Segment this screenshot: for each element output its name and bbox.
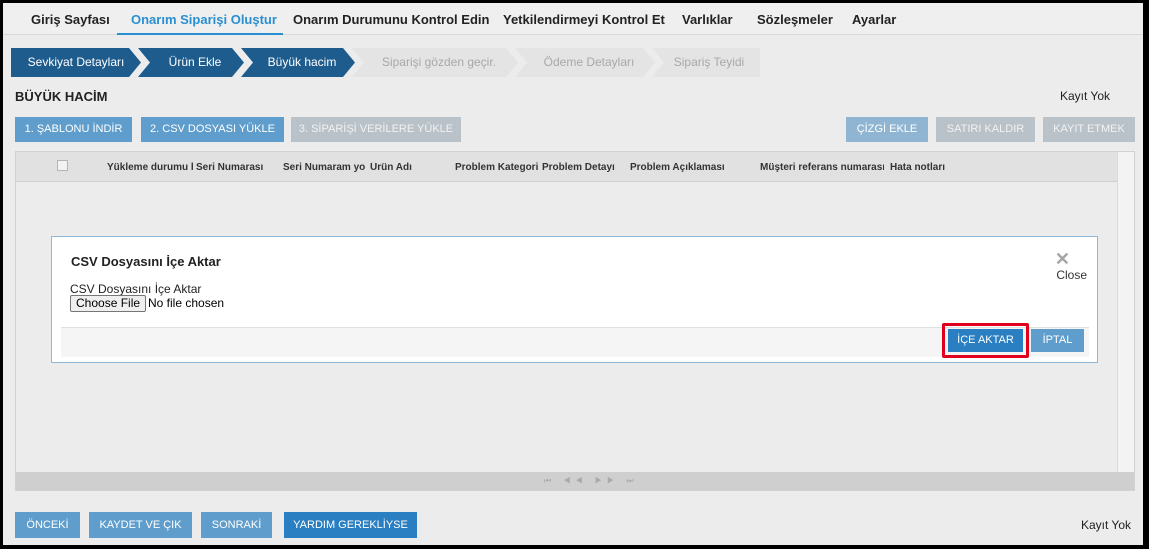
grid-pager: ⏮ ◀◀ ▶▶ ⏭ [16,472,1134,490]
top-nav: Giriş Sayfası Onarım Siparişi Oluştur On… [3,3,1143,35]
col-problem-category[interactable]: Problem Kategorisi [455,162,539,173]
upload-csv-button[interactable]: 2. CSV DOSYASI YÜKLE [141,117,284,142]
step-review-order: Siparişi gözden geçir. [352,48,518,77]
save-record-button[interactable]: KAYIT ETMEK [1043,117,1135,142]
step-label: Büyük hacim [267,55,337,69]
close-icon[interactable]: ✕ [1055,249,1070,270]
step-bulk[interactable]: Büyük hacim [241,48,355,77]
nav-check-repair-status[interactable]: Onarım Durumunu Kontrol Edin [293,12,489,27]
close-button[interactable]: Close [1056,268,1087,282]
col-problem-detail[interactable]: Problem Detayı [542,162,626,173]
select-all-checkbox[interactable] [57,160,68,171]
step-add-product[interactable]: Ürün Ekle [138,48,244,77]
remove-row-button[interactable]: SATIRI KALDIR [936,117,1035,142]
nav-assets[interactable]: Varlıklar [682,12,733,27]
nav-settings[interactable]: Ayarlar [852,12,896,27]
col-customer-reference[interactable]: Müşteri referans numarası [760,162,884,173]
download-template-button[interactable]: 1. ŞABLONU İNDİR [15,117,132,142]
dialog-title: CSV Dosyasını İçe Aktar [71,254,221,269]
step-label: Sipariş Teyidi [673,55,745,69]
csv-import-dialog: CSV Dosyasını İçe Aktar ✕ Close CSV Dosy… [51,236,1098,363]
save-exit-button[interactable]: KAYDET VE ÇIK [89,512,192,538]
next-button[interactable]: SONRAKİ [201,512,272,538]
pager-controls[interactable]: ⏮ ◀◀ ▶▶ ⏭ [544,476,639,486]
previous-button[interactable]: ÖNCEKİ [15,512,80,538]
step-payment-details: Ödeme Detayları [515,48,655,77]
nav-check-authorization[interactable]: Yetkilendirmeyi Kontrol Et [503,12,665,27]
help-needed-button[interactable]: YARDIM GEREKLİYSE [284,512,417,538]
nav-create-repair-order[interactable]: Onarım Siparişi Oluştur [131,12,277,27]
cancel-button[interactable]: İPTAL [1031,329,1084,352]
add-line-button[interactable]: ÇİZGİ EKLE [846,117,928,142]
col-upload-status[interactable]: Yükleme durumu bil [107,162,193,173]
step-order-confirmation: Sipariş Teyidi [652,48,760,77]
grid-scrollbar[interactable] [1117,152,1134,474]
active-tab-underline [117,33,283,35]
col-product-name[interactable]: Ürün Adı [370,162,450,173]
step-label: Ödeme Detayları [543,55,635,69]
record-status-bottom: Kayıt Yok [1080,518,1131,532]
grid-header: Yükleme durumu bil Seri Numarası Seri Nu… [16,152,1117,182]
choose-file-button[interactable]: Choose File [70,295,147,312]
page-title: BÜYÜK HACİM [15,89,108,104]
col-problem-description[interactable]: Problem Açıklaması [630,162,750,173]
file-field-label: CSV Dosyasını İçe Aktar [70,282,202,296]
dialog-footer [61,327,1089,357]
app-frame: Giriş Sayfası Onarım Siparişi Oluştur On… [3,3,1143,545]
col-no-serial[interactable]: Seri Numaram yok [283,162,365,173]
step-label: Ürün Ekle [168,55,222,69]
step-label: Sevkiyat Detayları [27,55,125,69]
col-error-notes[interactable]: Hata notları [890,162,970,173]
col-serial-number[interactable]: Seri Numarası [196,162,276,173]
order-stepper: Sevkiyat Detayları Ürün Ekle Büyük hacim… [11,48,771,77]
upload-to-order-button[interactable]: 3. SİPARİŞİ VERİLERE YÜKLE [291,117,461,142]
record-status-top: Kayıt Yok [1059,89,1110,103]
nav-home[interactable]: Giriş Sayfası [31,12,110,27]
nav-contracts[interactable]: Sözleşmeler [757,12,833,27]
import-button-highlight [942,323,1029,358]
step-shipping-details[interactable]: Sevkiyat Detayları [11,48,141,77]
file-status-text: No file chosen [148,296,225,310]
step-label: Siparişi gözden geçir. [381,55,497,69]
